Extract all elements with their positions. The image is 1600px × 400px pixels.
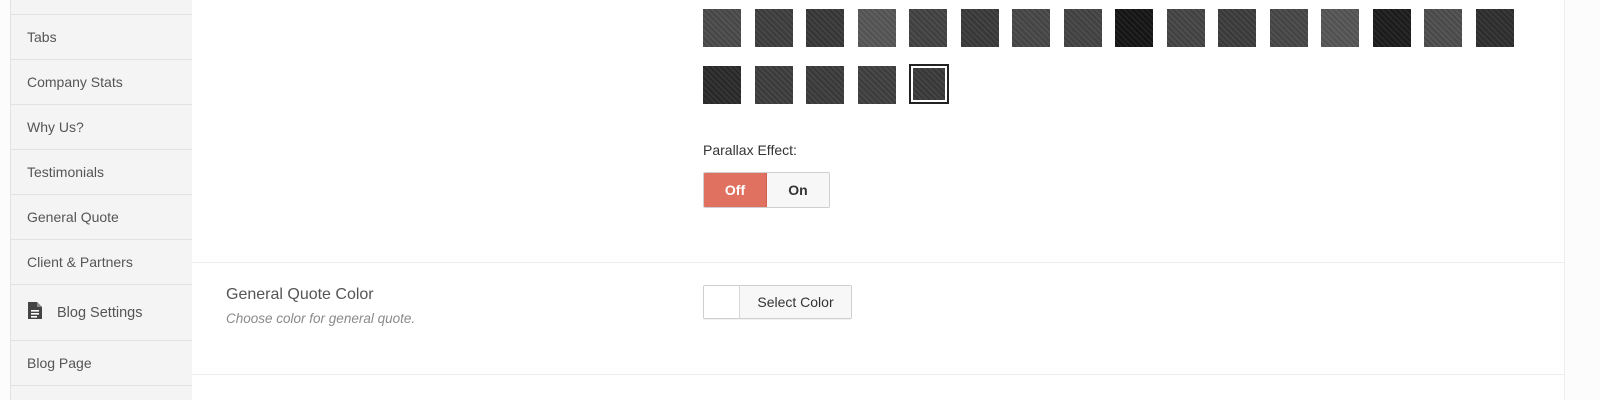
general-quote-color-description: Choose color for general quote. — [226, 311, 416, 326]
sidebar-item-blog-page[interactable]: Blog Page — [11, 341, 193, 386]
parallax-off-button[interactable]: Off — [704, 173, 767, 207]
pattern-swatch[interactable] — [754, 9, 793, 47]
pattern-swatch[interactable] — [703, 9, 741, 47]
general-quote-color-title: General Quote Color — [226, 286, 374, 303]
sidebar-item-general-quote[interactable]: General Quote — [11, 195, 193, 240]
pattern-swatch[interactable] — [1115, 9, 1153, 47]
sidebar-item-why-us[interactable]: Why Us? — [11, 105, 193, 150]
pattern-swatch[interactable] — [806, 66, 844, 104]
pattern-swatch[interactable] — [1218, 9, 1256, 47]
pattern-row — [703, 9, 1533, 47]
pattern-swatch[interactable] — [857, 66, 896, 104]
pattern-swatch[interactable] — [909, 9, 947, 47]
pattern-swatch[interactable] — [1321, 9, 1359, 47]
pattern-row — [703, 64, 1533, 104]
pattern-swatch[interactable] — [754, 66, 793, 104]
sidebar-item-label: Blog Page — [27, 355, 92, 371]
pattern-swatch[interactable] — [857, 9, 896, 47]
pattern-swatch[interactable] — [703, 66, 741, 104]
document-icon — [27, 301, 43, 324]
parallax-toggle: Off On — [703, 172, 830, 208]
parallax-effect-label: Parallax Effect: — [703, 142, 797, 158]
sidebar-item-client-partners[interactable]: Client & Partners — [11, 240, 193, 285]
sidebar-item-label: Company Stats — [27, 74, 123, 90]
page-scrollbar[interactable] — [1565, 0, 1600, 400]
general-quote-color-picker: Select Color — [703, 285, 852, 319]
pattern-swatch[interactable] — [1166, 9, 1205, 47]
sidebar-item-label: Testimonials — [27, 164, 105, 180]
sidebar-item-company-stats[interactable]: Company Stats — [11, 60, 193, 105]
sidebar-item-label: Tabs — [27, 29, 57, 45]
pattern-swatch-selected[interactable] — [909, 64, 949, 104]
sidebar-item-label: General Quote — [27, 209, 119, 225]
pattern-swatch[interactable] — [1269, 9, 1308, 47]
section-divider — [192, 262, 1565, 263]
pattern-swatch[interactable] — [1372, 9, 1411, 47]
background-pattern-picker — [703, 9, 1533, 123]
pattern-swatch[interactable] — [1475, 9, 1514, 47]
sidebar-item-tabs[interactable]: Tabs — [11, 15, 193, 60]
sidebar-item-testimonials[interactable]: Testimonials — [11, 150, 193, 195]
section-divider — [192, 374, 1565, 375]
pattern-swatch[interactable] — [806, 9, 844, 47]
sidebar-item-label: Blog Settings — [57, 304, 143, 321]
options-main-panel: Parallax Effect: Off On General Quote Co… — [192, 0, 1600, 400]
select-color-button[interactable]: Select Color — [740, 286, 851, 318]
parallax-on-button[interactable]: On — [767, 173, 829, 207]
sidebar-item-label: Client & Partners — [27, 254, 133, 270]
pattern-swatch[interactable] — [960, 9, 999, 47]
options-sidebar: Tabs Company Stats Why Us? Testimonials … — [10, 0, 194, 400]
sidebar-item-label: Why Us? — [27, 119, 84, 135]
theme-options-page: Tabs Company Stats Why Us? Testimonials … — [0, 0, 1600, 400]
pattern-swatch[interactable] — [1063, 9, 1102, 47]
pattern-swatch[interactable] — [1012, 9, 1050, 47]
sidebar-item-partial[interactable] — [11, 0, 193, 15]
pattern-swatch[interactable] — [1424, 9, 1462, 47]
color-swatch[interactable] — [704, 286, 740, 318]
sidebar-group-blog-settings[interactable]: Blog Settings — [11, 285, 193, 341]
